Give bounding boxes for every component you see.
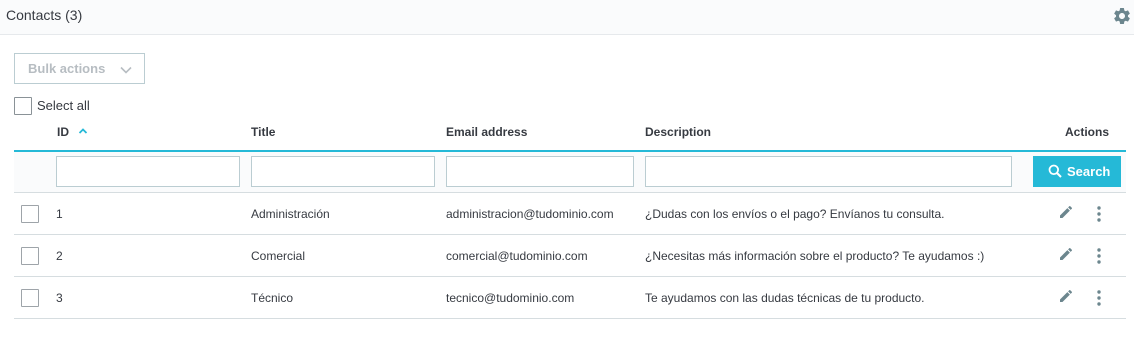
table-row: 1 Administración administracion@tudomini…	[14, 193, 1126, 235]
row-email: administracion@tudominio.com	[446, 207, 614, 221]
row-description: Te ayudamos con las dudas técnicas de tu…	[645, 291, 925, 305]
row-id: 2	[56, 249, 63, 263]
edit-pencil-icon[interactable]	[1058, 288, 1074, 304]
row-title: Comercial	[251, 249, 306, 263]
search-button[interactable]: Search	[1033, 156, 1121, 187]
description-filter-input[interactable]	[645, 156, 1012, 187]
column-header-title: Title	[251, 125, 276, 139]
search-button-label: Search	[1067, 164, 1111, 179]
select-all-label: Select all	[37, 98, 90, 113]
select-all-checkbox[interactable]	[14, 97, 32, 115]
column-header-actions: Actions	[1065, 125, 1110, 139]
row-email: comercial@tudominio.com	[446, 249, 588, 263]
column-header-id[interactable]: ID	[57, 125, 69, 139]
panel-header: Contacts (3)	[0, 0, 1134, 35]
title-filter-input[interactable]	[251, 156, 435, 187]
edit-pencil-icon[interactable]	[1058, 204, 1074, 220]
row-checkbox[interactable]	[21, 205, 39, 223]
search-icon	[1048, 164, 1062, 178]
row-id: 1	[56, 207, 63, 221]
row-checkbox[interactable]	[21, 247, 39, 265]
row-description: ¿Dudas con los envíos o el pago? Envíano…	[645, 207, 945, 221]
more-options-icon[interactable]	[1094, 289, 1104, 307]
panel-title: Contacts (3)	[6, 7, 83, 23]
table-row: 3 Técnico tecnico@tudominio.com Te ayuda…	[14, 277, 1126, 319]
bulk-actions-button[interactable]: Bulk actions	[14, 53, 145, 84]
id-filter-input[interactable]	[56, 156, 240, 187]
row-title: Técnico	[251, 291, 294, 305]
row-email: tecnico@tudominio.com	[446, 291, 575, 305]
chevron-down-icon	[120, 66, 132, 74]
row-checkbox[interactable]	[21, 289, 39, 307]
header-divider	[14, 150, 1126, 152]
table-row: 2 Comercial comercial@tudominio.com ¿Nec…	[14, 235, 1126, 277]
edit-pencil-icon[interactable]	[1058, 246, 1074, 262]
column-header-email: Email address	[446, 125, 528, 139]
row-id: 3	[56, 291, 63, 305]
row-title: Administración	[251, 207, 330, 221]
sort-ascending-icon[interactable]	[78, 126, 88, 136]
more-options-icon[interactable]	[1094, 247, 1104, 265]
email-filter-input[interactable]	[446, 156, 634, 187]
column-header-description: Description	[645, 125, 712, 139]
row-description: ¿Necesitas más información sobre el prod…	[645, 249, 985, 263]
bulk-actions-label: Bulk actions	[28, 61, 106, 76]
more-options-icon[interactable]	[1094, 205, 1104, 223]
gear-icon[interactable]	[1112, 6, 1132, 26]
